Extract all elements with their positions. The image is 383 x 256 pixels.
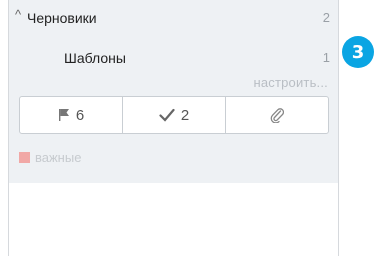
filter-attachments-button[interactable] (226, 97, 328, 133)
folder-item-templates[interactable]: Шаблоны 1 (9, 45, 338, 71)
flag-icon (58, 108, 70, 122)
folder-count: 1 (322, 50, 330, 65)
chevron-up-icon[interactable]: ^ (15, 7, 21, 22)
flagged-count: 6 (75, 106, 85, 124)
step-number-badge: 3 (342, 36, 374, 68)
label-color-swatch (19, 152, 30, 163)
important-label: важные (35, 150, 82, 165)
folder-count: 2 (322, 10, 330, 25)
filter-flagged-button[interactable]: 6 (20, 97, 123, 133)
done-count: 2 (180, 106, 190, 124)
folder-label: Шаблоны (64, 50, 126, 66)
important-label-filter[interactable]: важные (19, 150, 81, 165)
checkmark-icon (159, 108, 175, 122)
quick-filter-bar: 6 2 (19, 96, 329, 134)
filter-done-button[interactable]: 2 (123, 97, 226, 133)
sidebar-folders-area: ^ Черновики 2 Шаблоны 1 настроить... 6 2… (9, 0, 338, 183)
paperclip-icon (270, 107, 284, 123)
sidebar-panel: ^ Черновики 2 Шаблоны 1 настроить... 6 2… (8, 0, 339, 256)
folder-item-drafts[interactable]: ^ Черновики 2 (9, 5, 338, 31)
folder-label: Черновики (27, 10, 97, 26)
configure-link[interactable]: настроить... (253, 75, 328, 90)
